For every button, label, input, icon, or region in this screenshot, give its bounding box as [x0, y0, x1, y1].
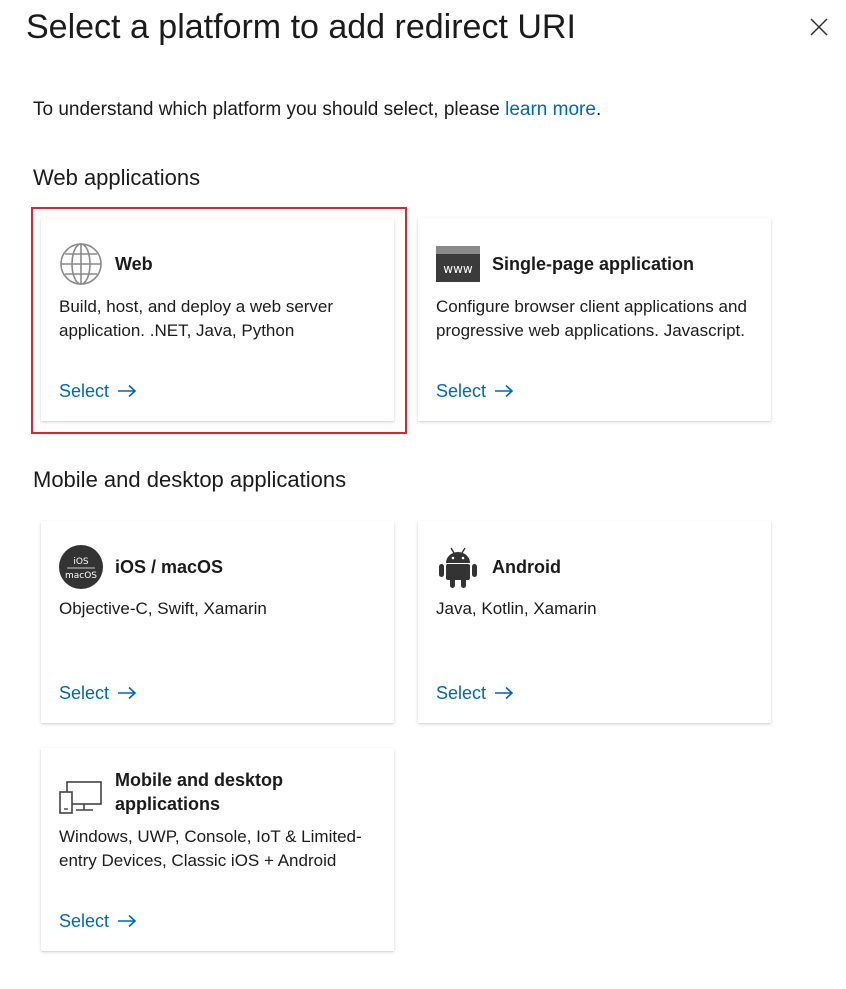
arrow-right-icon — [494, 384, 514, 398]
arrow-right-icon — [494, 686, 514, 700]
macos-icon-text: macOS — [65, 571, 97, 581]
card-title-web: Web — [115, 254, 153, 274]
card-header: Mobile and desktop applications — [59, 768, 355, 820]
intro-text: To understand which platform you should … — [33, 98, 601, 122]
platform-card-web[interactable]: Web Build, host, and deploy a web server… — [41, 218, 394, 421]
close-button[interactable] — [804, 12, 834, 42]
card-header: Web — [59, 242, 355, 286]
select-label: Select — [59, 911, 110, 931]
arrow-right-icon — [117, 914, 137, 928]
card-description-desktop: Windows, UWP, Console, IoT & Limited-ent… — [59, 827, 362, 870]
intro-text-before: To understand which platform you should … — [33, 99, 506, 120]
card-header: iOS macOS iOS / macOS — [59, 545, 355, 589]
ios-macos-icon: iOS macOS — [59, 545, 103, 589]
globe-icon — [59, 242, 103, 286]
section-heading-web: Web applications — [33, 165, 201, 190]
card-description-android: Java, Kotlin, Xamarin — [436, 599, 597, 618]
arrow-right-icon — [117, 686, 137, 700]
platform-card-spa[interactable]: www Single-page application Configure br… — [418, 218, 771, 421]
card-description-spa: Configure browser client applications an… — [436, 297, 747, 340]
select-label: Select — [59, 381, 110, 401]
select-link-desktop[interactable]: Select — [59, 909, 137, 933]
select-label: Select — [59, 683, 110, 703]
card-title-spa: Single-page application — [492, 254, 695, 274]
card-title-android: Android — [492, 557, 561, 577]
platform-card-android[interactable]: Android Java, Kotlin, Xamarin Select — [418, 521, 771, 723]
close-icon — [810, 18, 828, 36]
desktop-mobile-icon — [59, 776, 103, 820]
platform-card-ios[interactable]: iOS macOS iOS / macOS Objective-C, Swift… — [41, 521, 394, 723]
platform-card-desktop[interactable]: Mobile and desktop applications Windows,… — [41, 748, 394, 951]
android-icon — [436, 545, 480, 589]
page-title: Select a platform to add redirect URI — [26, 8, 576, 46]
select-link-android[interactable]: Select — [436, 681, 514, 705]
select-link-ios[interactable]: Select — [59, 681, 137, 705]
intro-text-after: . — [595, 99, 602, 120]
section-heading-mobile: Mobile and desktop applications — [33, 467, 347, 492]
select-label: Select — [436, 381, 487, 401]
select-label: Select — [436, 683, 487, 703]
card-description-ios: Objective-C, Swift, Xamarin — [59, 599, 267, 618]
card-header: Android — [436, 545, 732, 589]
card-header: www Single-page application — [436, 242, 732, 286]
www-icon-text: www — [443, 262, 473, 276]
select-link-web[interactable]: Select — [59, 379, 137, 403]
select-link-spa[interactable]: Select — [436, 379, 514, 403]
www-browser-icon: www — [436, 242, 480, 286]
ios-icon-text: iOS — [73, 557, 89, 567]
arrow-right-icon — [117, 384, 137, 398]
card-title-ios: iOS / macOS — [115, 557, 224, 577]
card-title-desktop: Mobile and desktop applications — [115, 770, 284, 814]
learn-more-link[interactable]: learn more — [505, 99, 596, 120]
card-description-web: Build, host, and deploy a web server app… — [59, 297, 334, 340]
